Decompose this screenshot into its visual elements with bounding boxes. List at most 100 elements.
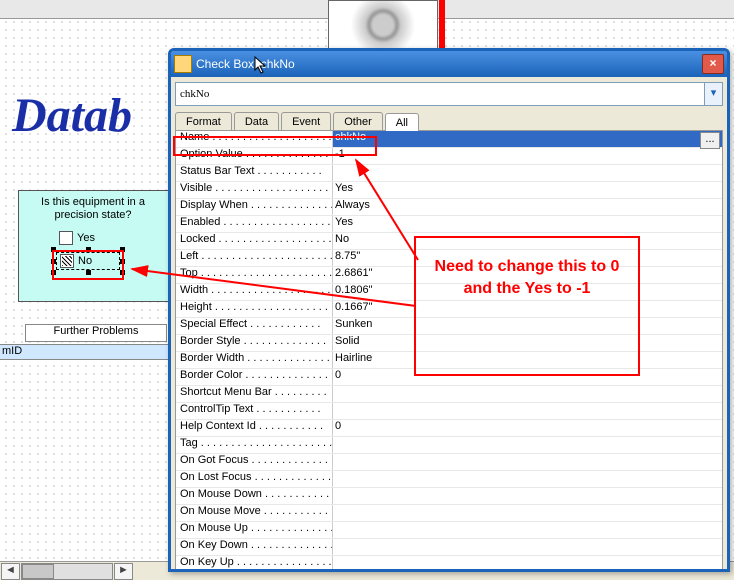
- prop-value[interactable]: [332, 488, 722, 504]
- prop-value[interactable]: [332, 539, 722, 555]
- prop-label: Special Effect . . . . . . . . . . . .: [176, 318, 332, 334]
- prop-value[interactable]: [332, 556, 722, 572]
- prop-value[interactable]: 8.75": [332, 250, 722, 266]
- prop-row-on-mouse-up[interactable]: On Mouse Up . . . . . . . . . . . . . . …: [176, 522, 722, 539]
- image-right-marker: [439, 0, 445, 48]
- mid-field[interactable]: mID: [0, 344, 170, 360]
- prop-label: Border Width . . . . . . . . . . . . . .: [176, 352, 332, 368]
- title-label: Datab: [12, 92, 132, 140]
- prop-label: Left . . . . . . . . . . . . . . . . . .…: [176, 250, 332, 266]
- option-no-label: No: [78, 255, 92, 267]
- prop-row-tag[interactable]: Tag . . . . . . . . . . . . . . . . . . …: [176, 437, 722, 454]
- property-sheet-window[interactable]: Check Box: chkNo × ▾ Format Data Event O…: [168, 48, 730, 572]
- prop-row-shortcut-menu[interactable]: Shortcut Menu Bar . . . . . . . . .: [176, 386, 722, 403]
- builder-button[interactable]: ...: [700, 132, 720, 149]
- prop-value[interactable]: -1: [332, 148, 722, 164]
- scroll-thumb[interactable]: [22, 564, 54, 579]
- prop-value[interactable]: Hairline: [332, 352, 722, 368]
- tab-event[interactable]: Event: [281, 112, 331, 130]
- prop-row-option-value[interactable]: Option Value . . . . . . . . . . . . . .…: [176, 148, 722, 165]
- prop-value[interactable]: [332, 454, 722, 470]
- prop-label: On Lost Focus . . . . . . . . . . . . .: [176, 471, 332, 487]
- prop-row-border-width[interactable]: Border Width . . . . . . . . . . . . . .…: [176, 352, 722, 369]
- prop-row-status-bar[interactable]: Status Bar Text . . . . . . . . . . .: [176, 165, 722, 182]
- prop-row-on-key-down[interactable]: On Key Down . . . . . . . . . . . . . . …: [176, 539, 722, 556]
- tab-format[interactable]: Format: [175, 112, 232, 130]
- prop-label: On Mouse Move . . . . . . . . . . . . .: [176, 505, 332, 521]
- prop-label: Status Bar Text . . . . . . . . . . .: [176, 165, 332, 181]
- prop-row-on-lost-focus[interactable]: On Lost Focus . . . . . . . . . . . . .: [176, 471, 722, 488]
- prop-label: Top . . . . . . . . . . . . . . . . . . …: [176, 267, 332, 283]
- prop-row-name[interactable]: Name . . . . . . . . . . . . . . . . . .…: [176, 131, 722, 148]
- prop-value[interactable]: [332, 522, 722, 538]
- prop-row-locked[interactable]: Locked . . . . . . . . . . . . . . . . .…: [176, 233, 722, 250]
- prop-row-on-mouse-move[interactable]: On Mouse Move . . . . . . . . . . . . .: [176, 505, 722, 522]
- tab-data[interactable]: Data: [234, 112, 279, 130]
- prop-row-controltip[interactable]: ControlTip Text . . . . . . . . . . .: [176, 403, 722, 420]
- checkbox-icon: [59, 231, 73, 245]
- prop-value[interactable]: Sunken: [332, 318, 722, 334]
- prop-row-on-got-focus[interactable]: On Got Focus . . . . . . . . . . . . . .: [176, 454, 722, 471]
- prop-row-border-color[interactable]: Border Color . . . . . . . . . . . . . .…: [176, 369, 722, 386]
- prop-row-enabled[interactable]: Enabled . . . . . . . . . . . . . . . . …: [176, 216, 722, 233]
- prop-value[interactable]: chkNo: [332, 131, 722, 147]
- prop-row-on-mouse-down[interactable]: On Mouse Down . . . . . . . . . . . . .: [176, 488, 722, 505]
- prop-row-width[interactable]: Width . . . . . . . . . . . . . . . . . …: [176, 284, 722, 301]
- prop-value[interactable]: [332, 437, 722, 453]
- window-icon: [174, 55, 192, 73]
- prop-value[interactable]: 0.1667": [332, 301, 722, 317]
- prop-label: Width . . . . . . . . . . . . . . . . . …: [176, 284, 332, 300]
- prop-label: On Got Focus . . . . . . . . . . . . . .: [176, 454, 332, 470]
- prop-value[interactable]: [332, 403, 722, 419]
- prop-value[interactable]: 0: [332, 420, 722, 436]
- scroll-right-button[interactable]: ►: [114, 563, 133, 580]
- option-no[interactable]: No: [56, 252, 120, 270]
- object-selector-input[interactable]: [175, 82, 705, 106]
- prop-row-border-style[interactable]: Border Style . . . . . . . . . . . . . .…: [176, 335, 722, 352]
- tab-strip: Format Data Event Other All: [175, 112, 723, 131]
- dropdown-button[interactable]: ▾: [705, 82, 723, 106]
- prop-value[interactable]: No: [332, 233, 722, 249]
- titlebar[interactable]: Check Box: chkNo ×: [171, 51, 727, 77]
- scroll-left-button[interactable]: ◄: [1, 563, 20, 580]
- prop-label: Enabled . . . . . . . . . . . . . . . . …: [176, 216, 332, 232]
- prop-row-height[interactable]: Height . . . . . . . . . . . . . . . . .…: [176, 301, 722, 318]
- prop-label: Option Value . . . . . . . . . . . . . .: [176, 148, 332, 164]
- prop-value[interactable]: 0: [332, 369, 722, 385]
- prop-label: On Key Down . . . . . . . . . . . . . . …: [176, 539, 332, 555]
- prop-value[interactable]: Yes: [332, 216, 722, 232]
- prop-label: ControlTip Text . . . . . . . . . . .: [176, 403, 332, 419]
- prop-value[interactable]: 0.1806": [332, 284, 722, 300]
- prop-row-help-context[interactable]: Help Context Id . . . . . . . . . . . 0: [176, 420, 722, 437]
- prop-label: Visible . . . . . . . . . . . . . . . . …: [176, 182, 332, 198]
- prop-label: Shortcut Menu Bar . . . . . . . . .: [176, 386, 332, 402]
- prop-row-visible[interactable]: Visible . . . . . . . . . . . . . . . . …: [176, 182, 722, 199]
- close-button[interactable]: ×: [702, 54, 724, 74]
- object-selector[interactable]: ▾: [175, 82, 723, 106]
- scroll-track[interactable]: [21, 563, 113, 580]
- prop-row-left[interactable]: Left . . . . . . . . . . . . . . . . . .…: [176, 250, 722, 267]
- prop-value[interactable]: [332, 471, 722, 487]
- prop-value[interactable]: [332, 386, 722, 402]
- prop-label: Name . . . . . . . . . . . . . . . . . .…: [176, 131, 332, 147]
- prop-value[interactable]: Yes: [332, 182, 722, 198]
- prop-row-special-effect[interactable]: Special Effect . . . . . . . . . . . . S…: [176, 318, 722, 335]
- tab-other[interactable]: Other: [333, 112, 383, 130]
- prop-row-display-when[interactable]: Display When . . . . . . . . . . . . . .…: [176, 199, 722, 216]
- option-yes[interactable]: Yes: [56, 230, 120, 246]
- prop-label: Locked . . . . . . . . . . . . . . . . .…: [176, 233, 332, 249]
- property-grid[interactable]: ... Name . . . . . . . . . . . . . . . .…: [175, 131, 723, 572]
- prop-value[interactable]: Solid: [332, 335, 722, 351]
- prop-label: On Mouse Down . . . . . . . . . . . . .: [176, 488, 332, 504]
- prop-value[interactable]: Always: [332, 199, 722, 215]
- tab-all[interactable]: All: [385, 113, 419, 131]
- prop-row-on-key-up[interactable]: On Key Up . . . . . . . . . . . . . . . …: [176, 556, 722, 572]
- further-problems-label[interactable]: Further Problems: [25, 324, 167, 342]
- image-placeholder[interactable]: [328, 0, 438, 50]
- prop-value[interactable]: [332, 505, 722, 521]
- option-yes-label: Yes: [77, 232, 95, 244]
- prop-value[interactable]: 2.6861": [332, 267, 722, 283]
- prop-value[interactable]: [332, 165, 722, 181]
- prop-row-top[interactable]: Top . . . . . . . . . . . . . . . . . . …: [176, 267, 722, 284]
- prop-label: Tag . . . . . . . . . . . . . . . . . . …: [176, 437, 332, 453]
